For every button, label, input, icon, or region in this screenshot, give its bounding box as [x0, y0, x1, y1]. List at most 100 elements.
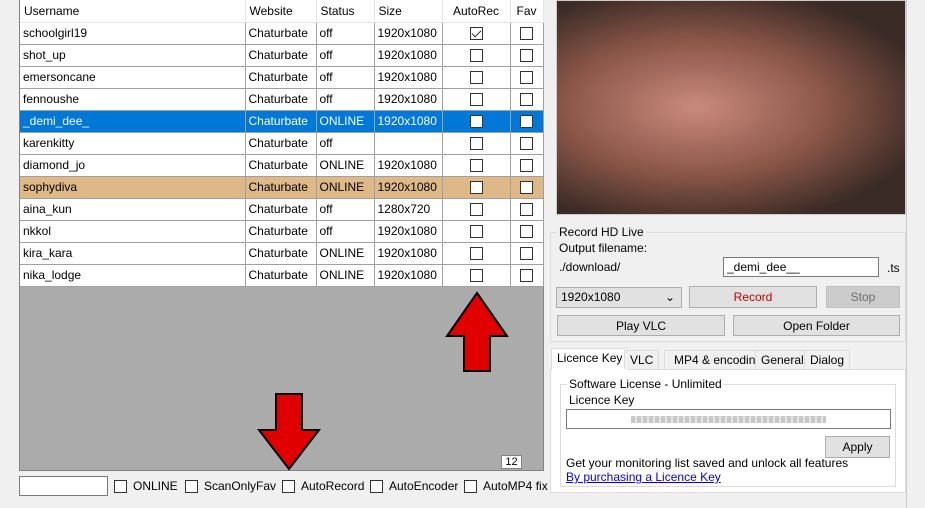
output-filename-label: Output filename: — [559, 241, 648, 255]
fav-checkbox[interactable] — [520, 181, 533, 195]
checkbox[interactable] — [464, 479, 477, 493]
fav-checkbox[interactable] — [520, 225, 533, 239]
option-autorecord[interactable]: AutoRecord — [282, 479, 364, 493]
autorec-cell[interactable] — [442, 264, 511, 287]
resolution-select[interactable]: 1920x1080 ⌄ — [556, 287, 682, 308]
checkbox[interactable] — [185, 479, 198, 493]
autorec-cell[interactable] — [442, 242, 511, 265]
table-row[interactable]: _demi_dee_ Chaturbate ONLINE 1920x1080 — [20, 110, 544, 133]
autorec-cell[interactable] — [442, 22, 511, 45]
autorec-cell[interactable] — [442, 110, 511, 133]
autorec-checkbox[interactable] — [469, 181, 483, 195]
column-header-username[interactable]: Username — [20, 0, 246, 23]
autorec-cell[interactable] — [442, 132, 511, 155]
autorec-checkbox[interactable] — [469, 225, 483, 239]
autorec-checkbox[interactable] — [469, 71, 483, 85]
autorec-checkbox[interactable] — [469, 49, 483, 63]
table-row[interactable]: emersoncane Chaturbate off 1920x1080 — [20, 66, 544, 89]
table-row[interactable]: shot_up Chaturbate off 1920x1080 — [20, 44, 544, 67]
autorec-checkbox[interactable] — [469, 159, 483, 173]
tab-dialog[interactable]: Dialog — [804, 350, 851, 369]
table-row[interactable]: diamond_jo Chaturbate ONLINE 1920x1080 — [20, 154, 544, 177]
table-row[interactable]: schoolgirl19 Chaturbate off 1920x1080 — [20, 22, 544, 45]
fav-checkbox[interactable] — [520, 247, 533, 261]
purchase-licence-link[interactable]: By purchasing a Licence Key — [566, 470, 721, 484]
fav-checkbox[interactable] — [520, 159, 533, 173]
autorec-checkbox[interactable] — [469, 203, 483, 217]
record-group-title: Record HD Live — [559, 225, 644, 239]
column-header-autorec[interactable]: AutoRec — [442, 0, 511, 23]
autorec-cell[interactable] — [442, 176, 511, 199]
fav-checkbox[interactable] — [520, 137, 533, 151]
username-cell: kira_kara — [20, 242, 246, 265]
option-online[interactable]: ONLINE — [114, 479, 178, 493]
licence-key-input[interactable] — [566, 409, 891, 429]
open-folder-button[interactable]: Open Folder — [733, 315, 900, 336]
autorec-checkbox[interactable] — [469, 115, 483, 129]
option-autoencoder[interactable]: AutoEncoder — [370, 479, 458, 493]
autorec-checkbox[interactable] — [469, 93, 483, 107]
fav-checkbox[interactable] — [520, 269, 533, 283]
fav-checkbox[interactable] — [520, 27, 533, 41]
fav-cell[interactable] — [510, 154, 544, 177]
size-cell: 1920x1080 — [374, 264, 443, 287]
autorec-checkbox[interactable] — [469, 247, 483, 261]
table-row[interactable]: fennoushe Chaturbate off 1920x1080 — [20, 88, 544, 111]
fav-cell[interactable] — [510, 88, 544, 111]
table-row[interactable]: karenkitty Chaturbate off — [20, 132, 544, 155]
website-cell: Chaturbate — [245, 264, 317, 287]
column-header-size[interactable]: Size — [374, 0, 443, 23]
autorec-checkbox[interactable] — [469, 27, 483, 41]
fav-checkbox[interactable] — [520, 71, 533, 85]
search-input[interactable] — [19, 476, 108, 496]
column-header-fav[interactable]: Fav — [510, 0, 544, 23]
autorec-cell[interactable] — [442, 154, 511, 177]
filename-input[interactable] — [723, 257, 879, 277]
play-vlc-button[interactable]: Play VLC — [557, 315, 725, 336]
autorec-cell[interactable] — [442, 198, 511, 221]
table-row[interactable]: sophydiva Chaturbate ONLINE 1920x1080 — [20, 176, 544, 199]
fav-cell[interactable] — [510, 176, 544, 199]
autorec-checkbox[interactable] — [469, 137, 483, 151]
stop-button[interactable]: Stop — [826, 286, 900, 308]
column-header-status[interactable]: Status — [316, 0, 375, 23]
autorec-cell[interactable] — [442, 220, 511, 243]
fav-checkbox[interactable] — [520, 93, 533, 107]
checkbox[interactable] — [370, 479, 383, 493]
fav-cell[interactable] — [510, 132, 544, 155]
option-scanonlyfav[interactable]: ScanOnlyFav — [185, 479, 276, 493]
tab-general[interactable]: General — [755, 350, 810, 369]
fav-cell[interactable] — [510, 264, 544, 287]
fav-cell[interactable] — [510, 44, 544, 67]
autorec-cell[interactable] — [442, 66, 511, 89]
username-cell: _demi_dee_ — [20, 110, 246, 133]
fav-checkbox[interactable] — [520, 49, 533, 63]
table-row[interactable]: nkkol Chaturbate off 1920x1080 — [20, 220, 544, 243]
fav-cell[interactable] — [510, 66, 544, 89]
fav-cell[interactable] — [510, 242, 544, 265]
license-group-title: Software License - Unlimited — [569, 377, 722, 391]
autorec-cell[interactable] — [442, 88, 511, 111]
record-button[interactable]: Record — [689, 286, 817, 308]
autorec-checkbox[interactable] — [469, 269, 483, 283]
option-automp4-fix[interactable]: AutoMP4 fix — [464, 479, 548, 493]
fav-cell[interactable] — [510, 198, 544, 221]
fav-checkbox[interactable] — [520, 203, 533, 217]
column-header-website[interactable]: Website — [245, 0, 317, 23]
tab-vlc[interactable]: VLC — [624, 350, 660, 369]
checkbox[interactable] — [114, 479, 127, 493]
website-cell: Chaturbate — [245, 198, 317, 221]
autorec-cell[interactable] — [442, 44, 511, 67]
size-cell: 1280x720 — [374, 198, 443, 221]
apply-button[interactable]: Apply — [825, 436, 890, 458]
fav-checkbox[interactable] — [520, 115, 533, 129]
fav-cell[interactable] — [510, 22, 544, 45]
tab-mp4-encoding[interactable]: MP4 & encoding — [664, 350, 770, 369]
table-row[interactable]: nika_lodge Chaturbate ONLINE 1920x1080 — [20, 264, 544, 287]
checkbox[interactable] — [282, 479, 295, 493]
table-row[interactable]: aina_kun Chaturbate off 1280x720 — [20, 198, 544, 221]
fav-cell[interactable] — [510, 220, 544, 243]
table-row[interactable]: kira_kara Chaturbate ONLINE 1920x1080 — [20, 242, 544, 265]
fav-cell[interactable] — [510, 110, 544, 133]
tab-licence-key[interactable]: Licence Key — [551, 348, 629, 370]
